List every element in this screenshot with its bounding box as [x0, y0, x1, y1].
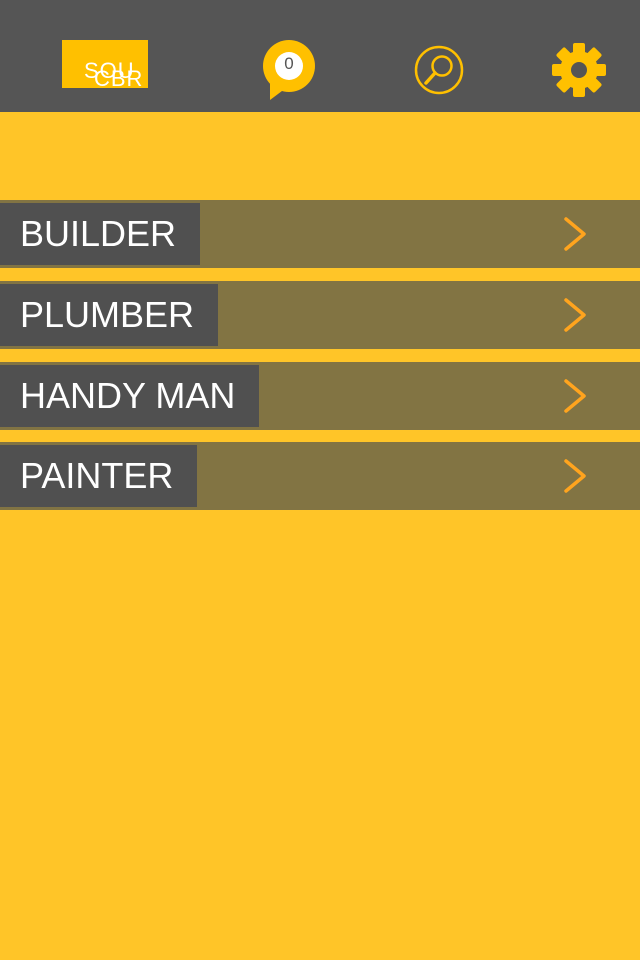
menu-item-handy-man[interactable]: HANDY MAN: [0, 362, 640, 430]
logo-text-line-2: CBR: [94, 66, 144, 89]
search-icon: [414, 45, 464, 95]
notification-count: 0: [284, 54, 294, 73]
menu-item-label: HANDY MAN: [20, 375, 236, 416]
chevron-right-icon: [564, 217, 586, 251]
menu-item-label-box: BUILDER: [0, 203, 201, 265]
search-button[interactable]: [413, 44, 465, 96]
top-navigation-bar: SOU CBR 0: [0, 0, 640, 112]
chevron-right-icon: [564, 379, 586, 413]
menu-item-painter[interactable]: PAINTER: [0, 442, 640, 510]
menu-item-plumber[interactable]: PLUMBER: [0, 281, 640, 349]
menu-item-label: PLUMBER: [20, 294, 195, 335]
chevron-right-icon: [564, 298, 586, 332]
messages-button[interactable]: 0: [260, 38, 318, 102]
chevron-right-icon: [564, 459, 586, 493]
menu-item-builder[interactable]: BUILDER: [0, 200, 640, 268]
settings-button[interactable]: [552, 42, 606, 98]
menu-item-label: BUILDER: [20, 213, 177, 254]
menu-item-label-box: PAINTER: [0, 445, 198, 507]
menu-item-label-box: PLUMBER: [0, 284, 219, 346]
menu-item-label: PAINTER: [20, 455, 174, 496]
menu-item-label-box: HANDY MAN: [0, 365, 260, 427]
app-logo[interactable]: SOU CBR: [62, 40, 148, 88]
gear-icon: [552, 43, 606, 97]
